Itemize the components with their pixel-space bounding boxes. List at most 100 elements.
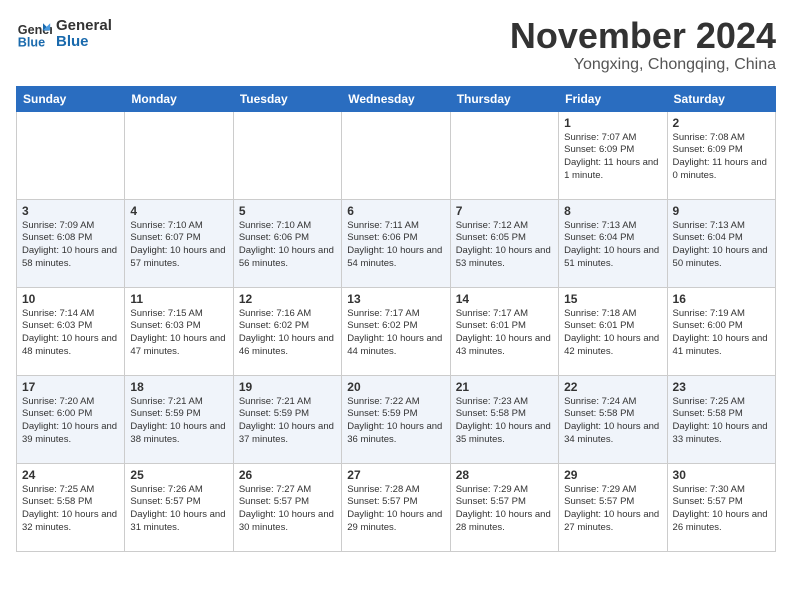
calendar-cell: 18 Sunrise: 7:21 AM Sunset: 5:59 PM Dayli… [125, 375, 233, 463]
day-number: 7 [456, 204, 553, 218]
day-info: Sunrise: 7:13 AM Sunset: 6:04 PM Dayligh… [564, 220, 661, 271]
day-info: Sunrise: 7:28 AM Sunset: 5:57 PM Dayligh… [347, 484, 444, 535]
calendar-cell: 5Sunrise: 7:10 AM Sunset: 6:06 PM Daylig… [233, 199, 341, 287]
calendar-cell: 6 Sunrise: 7:11 AM Sunset: 6:06 PM Daylig… [342, 199, 450, 287]
day-number: 26 [239, 468, 336, 482]
calendar-week-4: 17Sunrise: 7:20 AM Sunset: 6:00 PM Dayli… [17, 375, 776, 463]
logo: General Blue General Blue [16, 16, 112, 52]
calendar-cell: 22 Sunrise: 7:24 AM Sunset: 5:58 PM Dayli… [559, 375, 667, 463]
calendar-table: SundayMondayTuesdayWednesdayThursdayFrid… [16, 86, 776, 552]
calendar-cell: 25 Sunrise: 7:26 AM Sunset: 5:57 PM Dayli… [125, 463, 233, 551]
day-number: 27 [347, 468, 444, 482]
calendar-week-5: 24Sunrise: 7:25 AM Sunset: 5:58 PM Dayli… [17, 463, 776, 551]
calendar-cell: 20 Sunrise: 7:22 AM Sunset: 5:59 PM Dayli… [342, 375, 450, 463]
day-info: Sunrise: 7:23 AM Sunset: 5:58 PM Dayligh… [456, 396, 553, 447]
day-info: Sunrise: 7:08 AM Sunset: 6:09 PM Dayligh… [673, 132, 770, 183]
day-number: 1 [564, 116, 661, 130]
calendar-cell: 23 Sunrise: 7:25 AM Sunset: 5:58 PM Dayli… [667, 375, 775, 463]
day-number: 23 [673, 380, 770, 394]
day-number: 5 [239, 204, 336, 218]
day-number: 2 [673, 116, 770, 130]
svg-text:Blue: Blue [18, 36, 45, 50]
day-info: Sunrise: 7:14 AM Sunset: 6:03 PM Dayligh… [22, 308, 119, 359]
calendar-cell: 1 Sunrise: 7:07 AM Sunset: 6:09 PM Daylig… [559, 111, 667, 199]
calendar-week-3: 10 Sunrise: 7:14 AM Sunset: 6:03 PM Dayli… [17, 287, 776, 375]
day-info: Sunrise: 7:20 AM Sunset: 6:00 PM Dayligh… [22, 396, 119, 447]
calendar-cell: 8 Sunrise: 7:13 AM Sunset: 6:04 PM Daylig… [559, 199, 667, 287]
day-info: Sunrise: 7:18 AM Sunset: 6:01 PM Dayligh… [564, 308, 661, 359]
calendar-week-1: 1 Sunrise: 7:07 AM Sunset: 6:09 PM Daylig… [17, 111, 776, 199]
day-number: 18 [130, 380, 227, 394]
day-info: Sunrise: 7:09 AM Sunset: 6:08 PM Dayligh… [22, 220, 119, 271]
day-info: Sunrise: 7:21 AM Sunset: 5:59 PM Dayligh… [239, 396, 336, 447]
day-info: Sunrise: 7:27 AM Sunset: 5:57 PM Dayligh… [239, 484, 336, 535]
day-number: 12 [239, 292, 336, 306]
calendar-cell: 27 Sunrise: 7:28 AM Sunset: 5:57 PM Dayli… [342, 463, 450, 551]
day-number: 16 [673, 292, 770, 306]
calendar-cell: 24Sunrise: 7:25 AM Sunset: 5:58 PM Dayli… [17, 463, 125, 551]
day-info: Sunrise: 7:12 AM Sunset: 6:05 PM Dayligh… [456, 220, 553, 271]
calendar-cell [233, 111, 341, 199]
day-info: Sunrise: 7:30 AM Sunset: 5:57 PM Dayligh… [673, 484, 770, 535]
day-info: Sunrise: 7:21 AM Sunset: 5:59 PM Dayligh… [130, 396, 227, 447]
weekday-header-sunday: Sunday [17, 86, 125, 111]
day-number: 6 [347, 204, 444, 218]
calendar-cell: 2 Sunrise: 7:08 AM Sunset: 6:09 PM Daylig… [667, 111, 775, 199]
calendar-cell [17, 111, 125, 199]
calendar-cell: 11Sunrise: 7:15 AM Sunset: 6:03 PM Dayli… [125, 287, 233, 375]
day-info: Sunrise: 7:15 AM Sunset: 6:03 PM Dayligh… [130, 308, 227, 359]
calendar-cell: 29 Sunrise: 7:29 AM Sunset: 5:57 PM Dayli… [559, 463, 667, 551]
month-title: November 2024 [510, 16, 776, 56]
day-number: 10 [22, 292, 119, 306]
calendar-cell [450, 111, 558, 199]
calendar-cell: 10 Sunrise: 7:14 AM Sunset: 6:03 PM Dayli… [17, 287, 125, 375]
day-number: 19 [239, 380, 336, 394]
calendar-cell: 7 Sunrise: 7:12 AM Sunset: 6:05 PM Daylig… [450, 199, 558, 287]
weekday-header-wednesday: Wednesday [342, 86, 450, 111]
logo-icon: General Blue [16, 16, 52, 52]
day-number: 22 [564, 380, 661, 394]
weekday-header-saturday: Saturday [667, 86, 775, 111]
calendar-cell: 17Sunrise: 7:20 AM Sunset: 6:00 PM Dayli… [17, 375, 125, 463]
day-number: 9 [673, 204, 770, 218]
day-number: 4 [130, 204, 227, 218]
calendar-cell: 3 Sunrise: 7:09 AM Sunset: 6:08 PM Daylig… [17, 199, 125, 287]
calendar-cell [125, 111, 233, 199]
day-info: Sunrise: 7:13 AM Sunset: 6:04 PM Dayligh… [673, 220, 770, 271]
day-info: Sunrise: 7:29 AM Sunset: 5:57 PM Dayligh… [564, 484, 661, 535]
weekday-header-tuesday: Tuesday [233, 86, 341, 111]
calendar-cell: 21Sunrise: 7:23 AM Sunset: 5:58 PM Dayli… [450, 375, 558, 463]
calendar-cell: 16Sunrise: 7:19 AM Sunset: 6:00 PM Dayli… [667, 287, 775, 375]
day-info: Sunrise: 7:22 AM Sunset: 5:59 PM Dayligh… [347, 396, 444, 447]
calendar-cell: 13Sunrise: 7:17 AM Sunset: 6:02 PM Dayli… [342, 287, 450, 375]
day-info: Sunrise: 7:17 AM Sunset: 6:02 PM Dayligh… [347, 308, 444, 359]
day-info: Sunrise: 7:29 AM Sunset: 5:57 PM Dayligh… [456, 484, 553, 535]
weekday-header-friday: Friday [559, 86, 667, 111]
day-number: 24 [22, 468, 119, 482]
day-number: 20 [347, 380, 444, 394]
day-info: Sunrise: 7:24 AM Sunset: 5:58 PM Dayligh… [564, 396, 661, 447]
day-info: Sunrise: 7:16 AM Sunset: 6:02 PM Dayligh… [239, 308, 336, 359]
calendar-cell: 26 Sunrise: 7:27 AM Sunset: 5:57 PM Dayli… [233, 463, 341, 551]
day-info: Sunrise: 7:17 AM Sunset: 6:01 PM Dayligh… [456, 308, 553, 359]
calendar-cell: 4 Sunrise: 7:10 AM Sunset: 6:07 PM Daylig… [125, 199, 233, 287]
day-info: Sunrise: 7:10 AM Sunset: 6:07 PM Dayligh… [130, 220, 227, 271]
calendar-cell [342, 111, 450, 199]
day-info: Sunrise: 7:26 AM Sunset: 5:57 PM Dayligh… [130, 484, 227, 535]
day-number: 29 [564, 468, 661, 482]
page-header: General Blue General Blue November 2024 … [16, 16, 776, 74]
day-number: 25 [130, 468, 227, 482]
day-number: 30 [673, 468, 770, 482]
calendar-cell: 12 Sunrise: 7:16 AM Sunset: 6:02 PM Dayli… [233, 287, 341, 375]
calendar-cell: 15 Sunrise: 7:18 AM Sunset: 6:01 PM Dayli… [559, 287, 667, 375]
day-info: Sunrise: 7:07 AM Sunset: 6:09 PM Dayligh… [564, 132, 661, 183]
day-number: 14 [456, 292, 553, 306]
day-number: 8 [564, 204, 661, 218]
calendar-cell: 30 Sunrise: 7:30 AM Sunset: 5:57 PM Dayli… [667, 463, 775, 551]
day-number: 15 [564, 292, 661, 306]
day-info: Sunrise: 7:11 AM Sunset: 6:06 PM Dayligh… [347, 220, 444, 271]
title-block: November 2024 Yongxing, Chongqing, China [510, 16, 776, 74]
day-number: 3 [22, 204, 119, 218]
day-info: Sunrise: 7:25 AM Sunset: 5:58 PM Dayligh… [673, 396, 770, 447]
weekday-header-thursday: Thursday [450, 86, 558, 111]
